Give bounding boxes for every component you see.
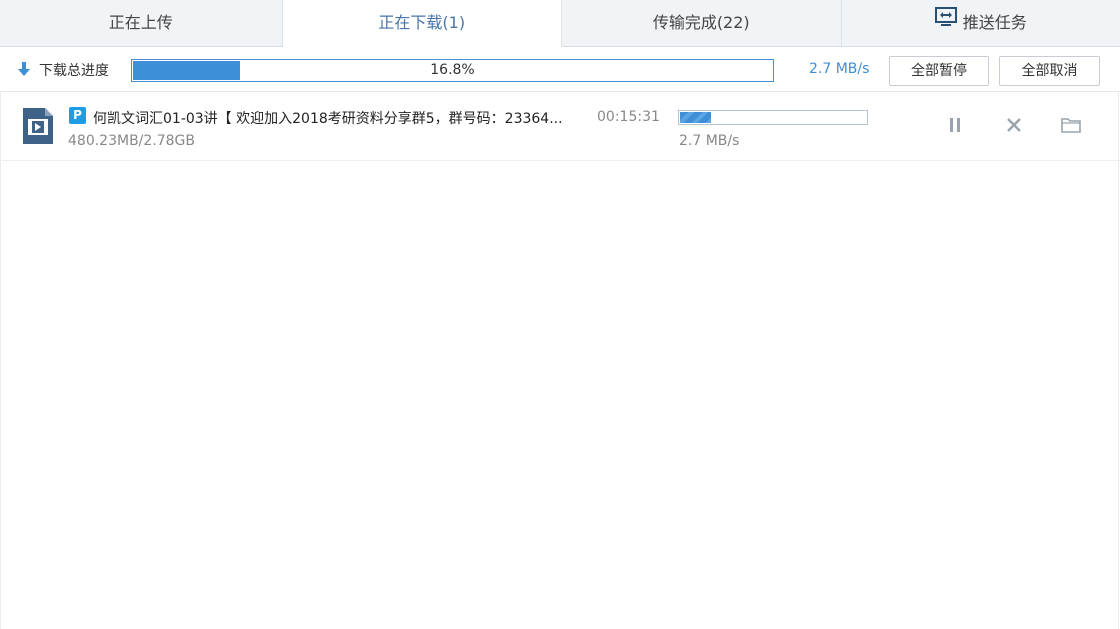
- task-file-name: 何凯文词汇01-03讲【 欢迎加入2018考研资料分享群5，群号码：23364.…: [93, 111, 563, 127]
- task-size: 480.23MB/2.78GB: [68, 133, 196, 149]
- tab-uploading-label: 正在上传: [108, 13, 173, 32]
- tab-downloading-label: 正在下载(1): [378, 13, 466, 32]
- task-remaining-time: 00:15:31: [597, 109, 660, 125]
- download-summary-bar: 下载总进度 16.8% 2.7 MB/s 全部暂停 全部取消: [0, 47, 1120, 92]
- tab-completed[interactable]: 传输完成(22): [562, 0, 842, 47]
- transfer-tabs: 正在上传 正在下载(1) 传输完成(22) 推送任务: [0, 0, 1120, 47]
- tab-push-tasks-label: 推送任务: [962, 13, 1027, 32]
- pause-all-button[interactable]: 全部暂停: [889, 56, 989, 86]
- total-speed: 2.7 MB/s: [809, 61, 870, 77]
- tab-uploading[interactable]: 正在上传: [0, 0, 283, 47]
- total-progress-percent: 16.8%: [430, 62, 475, 78]
- tab-downloading[interactable]: 正在下载(1): [282, 0, 562, 47]
- total-progress-label: 下载总进度: [39, 63, 109, 79]
- tab-completed-label: 传输完成(22): [652, 13, 750, 32]
- total-progress-bar: 16.8%: [131, 59, 774, 82]
- task-progress-bar: [678, 110, 868, 125]
- pause-icon[interactable]: [948, 117, 962, 137]
- folder-icon[interactable]: [1061, 117, 1081, 137]
- video-file-icon: [23, 108, 53, 148]
- download-arrow-icon: [18, 61, 30, 80]
- p-badge-icon: P: [69, 107, 86, 124]
- right-border: [1118, 91, 1119, 629]
- close-icon[interactable]: [1006, 117, 1022, 137]
- tab-push-tasks[interactable]: 推送任务: [841, 0, 1120, 47]
- cancel-all-button[interactable]: 全部取消: [999, 56, 1100, 86]
- download-task-row[interactable]: P 何凯文词汇01-03讲【 欢迎加入2018考研资料分享群5，群号码：2336…: [0, 92, 1120, 161]
- screen-push-icon: [934, 0, 957, 45]
- left-border: [0, 91, 1, 629]
- task-progress-fill: [680, 112, 711, 123]
- task-speed: 2.7 MB/s: [679, 133, 740, 149]
